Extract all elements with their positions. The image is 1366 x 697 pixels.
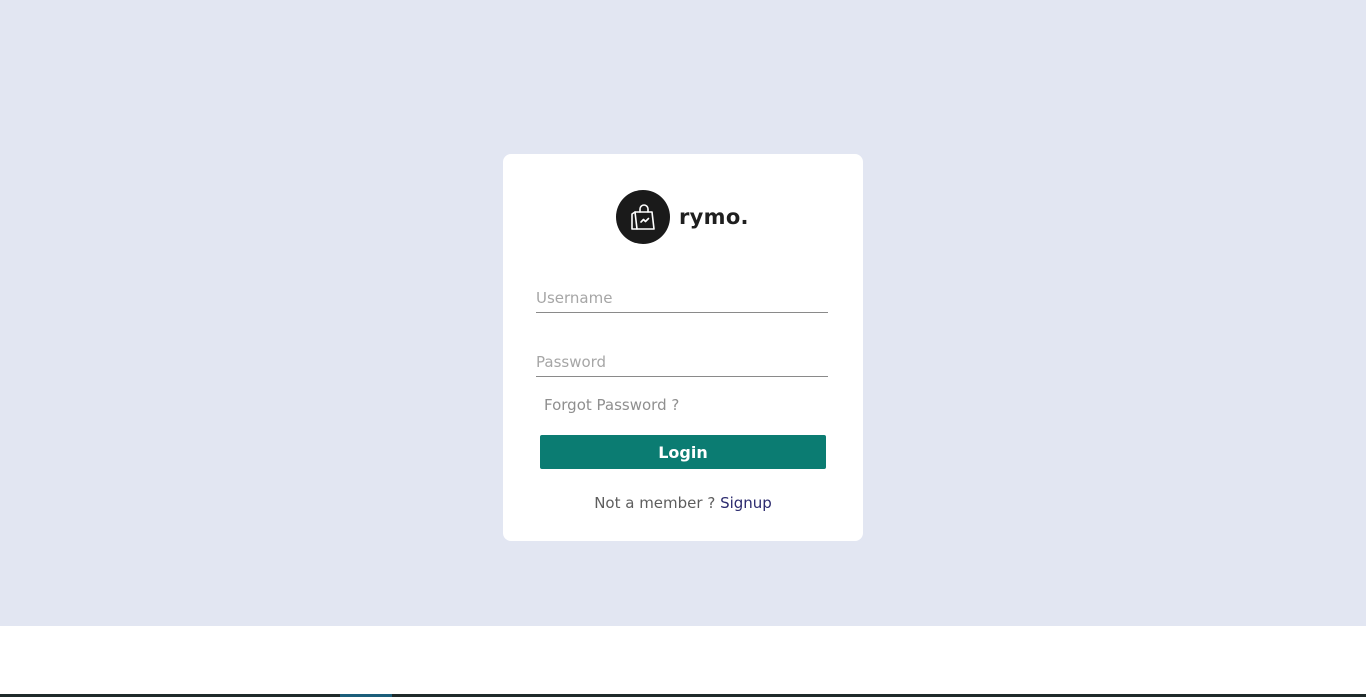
- signup-row: Not a member ? Signup: [503, 494, 863, 512]
- password-field: [536, 347, 828, 377]
- signup-prompt: Not a member ?: [594, 494, 721, 512]
- page-background: rymo. Forgot Password ? Login Not a memb…: [0, 0, 1366, 626]
- login-button[interactable]: Login: [540, 435, 826, 469]
- password-input[interactable]: [536, 347, 828, 376]
- login-card: rymo. Forgot Password ? Login Not a memb…: [503, 154, 863, 541]
- username-input[interactable]: [536, 283, 828, 312]
- brand-name: rymo.: [679, 205, 749, 229]
- username-field: [536, 283, 828, 313]
- brand: rymo.: [616, 190, 749, 244]
- footer-area: [0, 626, 1366, 697]
- shopping-bag-icon: [616, 190, 670, 244]
- forgot-password-link[interactable]: Forgot Password ?: [544, 396, 679, 414]
- signup-link[interactable]: Signup: [720, 494, 772, 512]
